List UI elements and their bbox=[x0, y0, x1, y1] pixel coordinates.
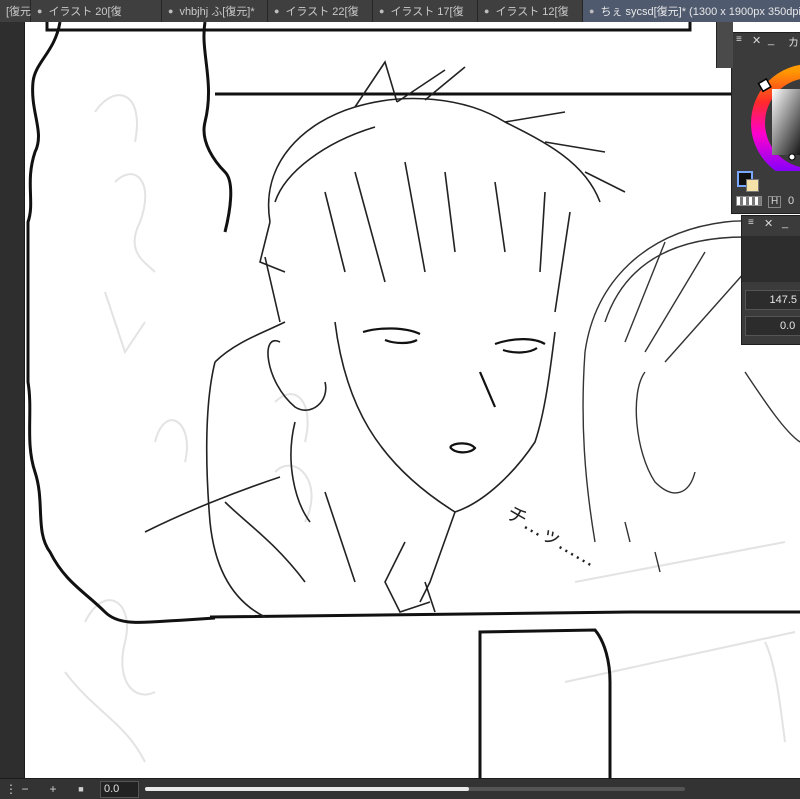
tab-dot-icon: ● bbox=[274, 6, 280, 16]
tab-label: イラスト 17[復 bbox=[390, 6, 464, 18]
tab-label: イラスト 22[復 bbox=[285, 6, 359, 18]
tab-dot-icon: ● bbox=[589, 6, 595, 16]
panel-header: ≡ ✕ _ bbox=[742, 216, 800, 232]
hamburger-icon[interactable]: ≡ bbox=[748, 217, 754, 228]
sound-effect-text: チ…ッ…… bbox=[503, 501, 602, 572]
zoom-out-button[interactable]: − bbox=[16, 780, 34, 798]
minimize-icon[interactable]: _ bbox=[768, 34, 774, 46]
color-wheel[interactable] bbox=[732, 51, 800, 171]
sv-picker-handle[interactable] bbox=[788, 153, 796, 161]
document-tab[interactable]: ● イラスト 22[復 bbox=[268, 0, 373, 22]
document-tab-active[interactable]: ● ちぇ sycsd[復元]* (1300 x 1900px 350dpi 14 bbox=[583, 0, 800, 22]
slider-fill bbox=[145, 787, 469, 791]
zoom-in-button[interactable]: + bbox=[44, 780, 62, 798]
document-tab[interactable]: ● vhbjhj ふ[復元]* bbox=[162, 0, 268, 22]
tab-dot-icon: ● bbox=[379, 6, 385, 16]
drawing-canvas[interactable]: チ…ッ…… bbox=[25, 22, 800, 778]
minimize-icon[interactable]: _ bbox=[782, 217, 788, 229]
panel-title: カ bbox=[788, 37, 799, 49]
transparent-swatch[interactable] bbox=[736, 196, 762, 206]
tab-label: vhbjhj ふ[復元]* bbox=[179, 6, 255, 18]
tab-label: ちぇ sycsd[復元]* (1300 x 1900px 350dpi 14 bbox=[600, 6, 800, 18]
tab-dot-icon: ● bbox=[37, 6, 43, 16]
sub-color-swatch[interactable] bbox=[746, 179, 759, 192]
left-panel-strip bbox=[0, 22, 25, 778]
navigator-slider[interactable] bbox=[145, 787, 685, 791]
document-tab[interactable]: [復元 bbox=[0, 0, 31, 22]
stop-icon[interactable]: ■ bbox=[72, 780, 90, 798]
close-icon[interactable]: ✕ bbox=[752, 34, 761, 47]
tab-label: イラスト 12[復 bbox=[495, 6, 569, 18]
layer-property-panel: ≡ ✕ _ 147.5 0.0 bbox=[741, 215, 800, 345]
status-bar: ⋮ − + ■ 0.0 bbox=[0, 778, 800, 799]
panel-dock-edge bbox=[716, 22, 733, 68]
color-wheel-panel: ≡ ✕ _ カ H 0 bbox=[731, 32, 800, 214]
hamburger-icon[interactable]: ≡ bbox=[736, 34, 742, 45]
h-label: H bbox=[768, 196, 782, 208]
document-tab[interactable]: ● イラスト 17[復 bbox=[373, 0, 478, 22]
zoom-value-input[interactable]: 0.0 bbox=[100, 781, 139, 798]
property-value-field[interactable]: 147.5 bbox=[745, 290, 800, 310]
tab-label: イラスト 20[復 bbox=[48, 6, 122, 18]
property-value-field-2[interactable]: 0.0 bbox=[745, 316, 800, 336]
tab-dot-icon: ● bbox=[168, 6, 174, 16]
h-value: 0 bbox=[788, 195, 795, 207]
document-tab-bar: [復元 ● イラスト 20[復 ● vhbjhj ふ[復元]* ● イラスト 22[復… bbox=[0, 0, 800, 23]
close-icon[interactable]: ✕ bbox=[764, 217, 773, 230]
tab-dot-icon: ● bbox=[484, 6, 490, 16]
tab-label: [復元 bbox=[6, 6, 32, 18]
manga-sketch-artwork: チ…ッ…… bbox=[26, 22, 800, 778]
property-preview-area bbox=[742, 236, 800, 282]
panel-header: ≡ ✕ _ カ bbox=[732, 33, 800, 49]
document-tab[interactable]: ● イラスト 12[復 bbox=[478, 0, 583, 22]
document-tab[interactable]: ● イラスト 20[復 bbox=[31, 0, 162, 22]
